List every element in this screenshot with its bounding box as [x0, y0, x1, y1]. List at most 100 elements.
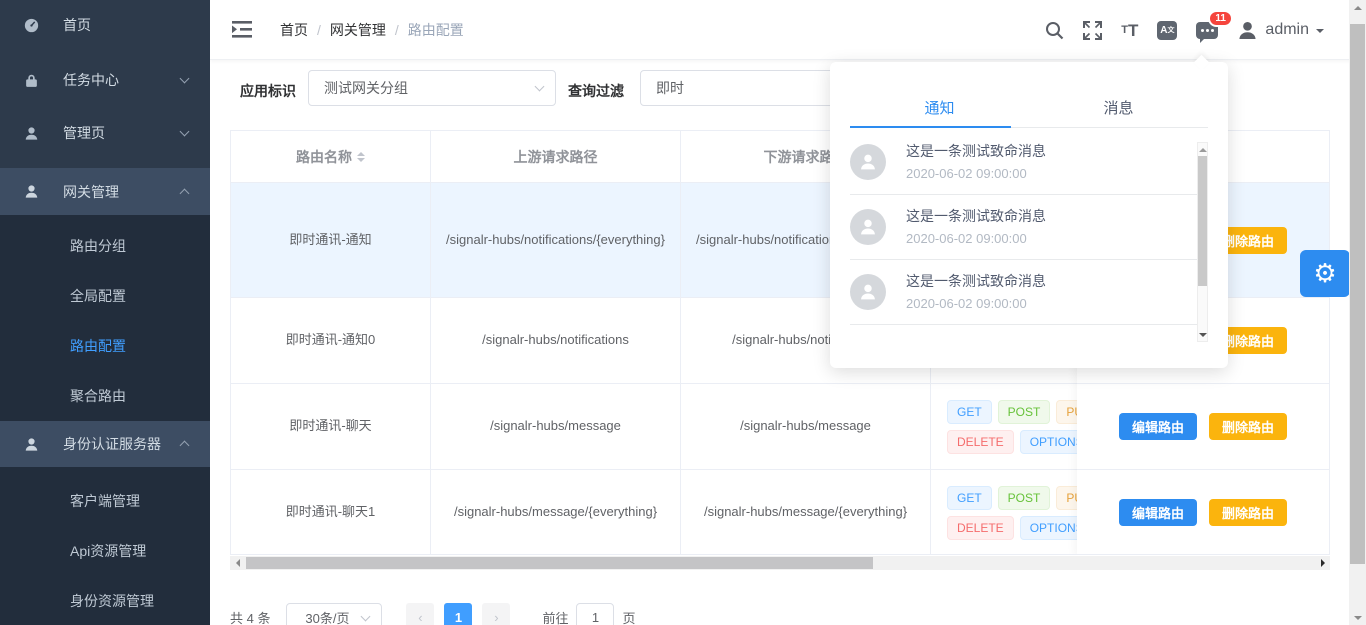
- user-icon: [24, 126, 39, 141]
- edit-route-button[interactable]: 编辑路由: [1119, 413, 1197, 440]
- edit-route-button[interactable]: 编辑路由: [1119, 499, 1197, 526]
- notifications-popup: 通知 消息 这是一条测试致命消息 2020-06-02 09:00:00 这是一…: [830, 62, 1228, 368]
- table-horizontal-scrollbar[interactable]: [230, 556, 1330, 570]
- app-root: 首页 任务中心 管理页 网关管理 路由分组 全局配置 路由配: [0, 0, 1366, 625]
- fullscreen-icon[interactable]: [1083, 21, 1102, 40]
- chevron-down-icon: [180, 74, 190, 84]
- page-unit-label: 页: [622, 608, 635, 625]
- popup-scrollbar-thumb[interactable]: [1198, 156, 1207, 286]
- sidebar-item-gateway-mgmt[interactable]: 网关管理: [0, 168, 210, 215]
- notification-title: 这是一条测试致命消息: [906, 271, 1046, 291]
- lock-icon: [24, 73, 39, 88]
- sidebar-item-identity-server[interactable]: 身份认证服务器: [0, 421, 210, 467]
- breadcrumb-separator: /: [317, 22, 321, 38]
- scroll-up-arrow-icon[interactable]: [1198, 143, 1207, 155]
- breadcrumb-home[interactable]: 首页: [280, 20, 308, 40]
- tab-notifications[interactable]: 通知: [850, 88, 1029, 127]
- total-count: 共 4 条: [230, 608, 270, 625]
- notification-title: 这是一条测试致命消息: [906, 141, 1046, 161]
- delete-route-button[interactable]: 删除路由: [1209, 413, 1287, 440]
- sidebar-collapse-icon[interactable]: [232, 21, 252, 38]
- chevron-up-icon: [180, 441, 190, 451]
- column-header-label: 路由名称: [296, 147, 352, 167]
- sidebar-item-label: 身份资源管理: [70, 591, 154, 611]
- notification-item[interactable]: 这是一条测试致命消息 2020-06-02 09:00:00: [850, 260, 1208, 325]
- method-tag-get: GET: [947, 486, 992, 510]
- cell-route-name: 即时通讯-聊天1: [231, 470, 431, 555]
- sidebar-item-api-resource[interactable]: Api资源管理: [0, 526, 210, 576]
- page-vertical-scrollbar[interactable]: [1349, 0, 1366, 625]
- page-size-select[interactable]: 30条/页: [286, 603, 382, 625]
- notification-list: 这是一条测试致命消息 2020-06-02 09:00:00 这是一条测试致命消…: [830, 130, 1228, 325]
- scroll-right-arrow-icon[interactable]: [1316, 556, 1330, 570]
- breadcrumb-current: 路由配置: [408, 20, 464, 40]
- user-menu[interactable]: admin: [1237, 20, 1324, 41]
- notification-title: 这是一条测试致命消息: [906, 206, 1046, 226]
- delete-route-button[interactable]: 删除路由: [1209, 499, 1287, 526]
- cell-upstream-path: /signalr-hubs/message/{everything}: [431, 470, 681, 555]
- font-size-icon[interactable]: TT: [1121, 22, 1138, 39]
- sidebar-item-label: 管理页: [63, 123, 105, 143]
- sidebar-item-aggregate-route[interactable]: 聚合路由: [0, 371, 210, 421]
- breadcrumb-gateway[interactable]: 网关管理: [330, 20, 386, 40]
- breadcrumb-separator: /: [395, 22, 399, 38]
- sidebar-item-label: 身份认证服务器: [63, 434, 161, 454]
- goto-page: 前往 页: [542, 603, 635, 625]
- cell-upstream-path: /signalr-hubs/notifications/{everything}: [431, 183, 681, 298]
- notification-time: 2020-06-02 09:00:00: [906, 296, 1027, 311]
- sidebar-item-home[interactable]: 首页: [0, 7, 210, 43]
- sidebar-item-global-config[interactable]: 全局配置: [0, 271, 210, 321]
- identity-submenu: 客户端管理 Api资源管理 身份资源管理: [0, 467, 210, 625]
- cell-downstream-path: /signalr-hubs/message/{everything}: [681, 470, 931, 555]
- avatar: [850, 144, 886, 180]
- settings-drawer-button[interactable]: ⚙: [1300, 250, 1350, 297]
- notification-item[interactable]: 这是一条测试致命消息 2020-06-02 09:00:00: [850, 130, 1208, 195]
- popup-list-scrollbar[interactable]: [1197, 142, 1208, 342]
- app-group-select[interactable]: 测试网关分组: [308, 70, 556, 106]
- cell-upstream-path: /signalr-hubs/message: [431, 384, 681, 470]
- notification-badge: 11: [1208, 10, 1233, 27]
- notification-time: 2020-06-02 09:00:00: [906, 231, 1027, 246]
- sidebar-item-identity-resource[interactable]: 身份资源管理: [0, 576, 210, 625]
- notifications-icon[interactable]: 11: [1196, 22, 1218, 39]
- scroll-down-arrow-icon[interactable]: [1349, 610, 1366, 625]
- page-number-button[interactable]: 1: [444, 603, 472, 625]
- chevron-up-icon: [180, 188, 190, 198]
- sidebar-item-client-mgmt[interactable]: 客户端管理: [0, 476, 210, 526]
- sidebar-item-task-center[interactable]: 任务中心: [0, 62, 210, 98]
- app-group-selected-value: 测试网关分组: [324, 78, 408, 98]
- search-icon[interactable]: [1045, 21, 1064, 40]
- page-size-value: 30条/页: [305, 608, 349, 625]
- scroll-left-arrow-icon[interactable]: [230, 556, 244, 570]
- cell-upstream-path: /signalr-hubs/notifications: [431, 298, 681, 384]
- goto-page-input[interactable]: [576, 603, 614, 625]
- sidebar-item-label: 路由分组: [70, 236, 126, 256]
- sidebar-item-label: 路由配置: [70, 336, 126, 356]
- prev-page-button[interactable]: ‹: [406, 603, 434, 625]
- tab-messages[interactable]: 消息: [1029, 88, 1208, 127]
- translate-icon[interactable]: A文: [1157, 21, 1177, 40]
- notification-item[interactable]: 这是一条测试致命消息 2020-06-02 09:00:00: [850, 195, 1208, 260]
- sidebar-item-route-group[interactable]: 路由分组: [0, 221, 210, 271]
- header-toolbar: TT A文 11 admin: [1045, 0, 1324, 60]
- column-header-label: 上游请求路径: [514, 147, 598, 167]
- gateway-submenu: 路由分组 全局配置 路由配置 聚合路由: [0, 215, 210, 421]
- cell-route-name: 即时通讯-聊天: [231, 384, 431, 470]
- scroll-down-arrow-icon[interactable]: [1198, 329, 1207, 341]
- column-route-name: 路由名称 即时通讯-通知 即时通讯-通知0 即时通讯-聊天 即时通讯-聊天1: [231, 131, 431, 555]
- sidebar-item-route-config[interactable]: 路由配置: [0, 321, 210, 371]
- scroll-up-arrow-icon[interactable]: [1349, 0, 1366, 15]
- column-header-route-name[interactable]: 路由名称: [231, 131, 431, 183]
- sidebar-item-label: 全局配置: [70, 286, 126, 306]
- tab-label: 通知: [924, 97, 954, 118]
- breadcrumb: 首页 / 网关管理 / 路由配置: [280, 20, 464, 40]
- method-tag-delete: DELETE: [947, 430, 1014, 454]
- next-page-button[interactable]: ›: [482, 603, 510, 625]
- sort-icon[interactable]: [357, 148, 365, 166]
- cell-operations: 编辑路由 删除路由: [1077, 384, 1329, 470]
- horizontal-scrollbar-thumb[interactable]: [246, 557, 873, 569]
- user-icon: [24, 437, 39, 452]
- cell-route-name: 即时通讯-通知0: [231, 298, 431, 384]
- sidebar-item-admin-page[interactable]: 管理页: [0, 115, 210, 151]
- vertical-scrollbar-thumb[interactable]: [1350, 24, 1365, 564]
